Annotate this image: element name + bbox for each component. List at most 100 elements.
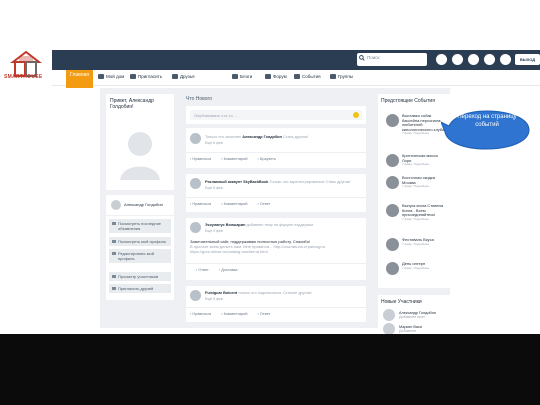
post-action-text: Стань другом! xyxy=(283,135,308,139)
like-button[interactable]: Нравиться xyxy=(190,312,211,316)
bottom-band xyxy=(0,334,540,405)
post-time: Ещё 8 фев xyxy=(205,186,223,190)
reply-button[interactable]: Ответ xyxy=(258,312,270,316)
post-body: Замечательный сайт, поддерживаю полность… xyxy=(190,239,360,254)
post-author[interactable]: Эскулапус Волшарин xyxy=(205,223,245,227)
like-button[interactable]: Нравиться xyxy=(190,157,211,161)
menu-view-profile[interactable]: Посмотреть мой профиль xyxy=(109,237,171,246)
nav-events[interactable]: События xyxy=(294,74,321,79)
avatar[interactable] xyxy=(190,222,201,233)
friends-icon xyxy=(172,74,178,79)
nav-groups[interactable]: Группы xyxy=(330,74,353,79)
invite-icon xyxy=(112,287,116,290)
post-header: Только что зачислен Александр Голдобин С… xyxy=(205,135,308,139)
event-meta: 7 февр. Подробнее xyxy=(402,184,430,189)
events-card: Выставка собак бассейна персонала: любит… xyxy=(378,94,450,288)
event-item[interactable]: Выпуск книга Стивена Кинга - Всем присое… xyxy=(386,203,448,226)
comment-button[interactable]: Комментарий xyxy=(221,202,248,206)
nav-label: Пригласить xyxy=(138,74,163,79)
post-actions: Ответ Доставка xyxy=(196,268,237,272)
event-meta: 7 февр. Подробнее xyxy=(402,162,430,167)
avatar[interactable] xyxy=(190,178,201,189)
nav-blogs[interactable]: Блоги xyxy=(232,74,252,79)
notifications-icon[interactable] xyxy=(436,54,447,65)
nav-invite[interactable]: Пригласить xyxy=(130,74,162,79)
post-header: Fuixiguar Bolcent только что подключился… xyxy=(205,291,312,295)
event-name: Критическая масса Лори xyxy=(402,153,438,163)
member-meta: Добавлен xyxy=(399,329,417,333)
avatar[interactable] xyxy=(190,290,201,301)
event-item[interactable]: Восточная скидка Москва 7 февр. Подробнее xyxy=(386,175,448,198)
nav-friends[interactable]: Друзья xyxy=(172,74,195,79)
post-input[interactable]: Опубликовать что-то ... xyxy=(190,110,362,120)
post-link[interactable]: https://goro.skhse.ru/catalog-waxherna.h… xyxy=(190,249,360,254)
reply-button[interactable]: Ответ xyxy=(196,268,208,272)
share-button[interactable]: Браузеть xyxy=(258,157,276,161)
home-icon xyxy=(98,74,104,79)
search-icon xyxy=(359,55,365,61)
post-action-text: добавлен тему xyxy=(246,223,273,227)
mail-icon[interactable] xyxy=(500,54,511,65)
post-actions: Нравиться Комментарий Ответ xyxy=(190,202,270,206)
divider xyxy=(186,307,366,308)
emoji-icon[interactable] xyxy=(353,112,359,118)
groups-icon xyxy=(330,74,336,79)
top-bar xyxy=(52,50,540,70)
greeting: Привет, Александр Голдобин! xyxy=(110,98,154,110)
like-button[interactable]: Нравиться xyxy=(190,202,211,206)
menu-label: Пригласить друзей xyxy=(118,286,154,291)
event-item[interactable]: День интерн 7 февр. Подробнее xyxy=(386,261,448,284)
nav-label: Блоги xyxy=(240,74,253,79)
event-name: Выпуск книга Стивена Кинга - Всем присое… xyxy=(402,203,444,218)
event-meta: 7 февр. Подробнее xyxy=(402,241,430,246)
exit-button[interactable]: ВЫХОД xyxy=(515,54,540,65)
reply-button[interactable]: Ответ xyxy=(258,202,270,206)
tab-home[interactable]: Главная xyxy=(66,70,93,88)
post-time: Ещё 9 фев xyxy=(205,229,223,233)
comment-button[interactable]: Комментарий xyxy=(221,157,248,161)
friends-icon[interactable] xyxy=(468,54,479,65)
post-action-text: Только что зачислен xyxy=(205,135,242,139)
menu-label: Посмотреть мой профиль xyxy=(118,239,167,244)
divider xyxy=(186,152,366,153)
members-title: Новые Участники xyxy=(381,299,422,305)
blog-icon xyxy=(232,74,238,79)
menu-edit-profile[interactable]: Редактировать мой профиль xyxy=(109,249,171,263)
settings-icon[interactable] xyxy=(484,54,495,65)
menu-members[interactable]: Просмотр участников xyxy=(109,272,171,281)
event-item[interactable]: Фестиваль Вкуса 7 февр. Подробнее xyxy=(386,237,448,260)
delivery-button[interactable]: Доставка xyxy=(219,268,237,272)
event-thumbnail xyxy=(386,238,399,251)
search-input[interactable]: Поиск xyxy=(357,53,427,66)
user-card[interactable]: Александр Голдобин xyxy=(106,195,174,215)
side-menu: Посмотреть последние объявления Посмотре… xyxy=(106,216,174,300)
post-input-placeholder: Опубликовать что-то ... xyxy=(194,113,238,118)
nav-forum[interactable]: Форум xyxy=(265,74,287,79)
forum-icon xyxy=(265,74,271,79)
post-composer: Опубликовать что-то ... xyxy=(186,106,366,124)
post-author[interactable]: Рекламный аккаунт SkyBackBook xyxy=(205,180,268,184)
user-name: Александр Голдобин xyxy=(124,202,163,207)
event-item[interactable]: Выставка собак бассейна персонала: любит… xyxy=(386,113,448,136)
nav-my-home[interactable]: Мой дом xyxy=(98,74,124,79)
nav-label: События xyxy=(302,74,321,79)
messages-icon[interactable] xyxy=(452,54,463,65)
post-action-text: Только что зарегистрировался! Стань друг… xyxy=(269,180,351,184)
invite-icon xyxy=(130,74,136,79)
avatar[interactable] xyxy=(190,133,201,144)
menu-label: Редактировать мой профиль xyxy=(118,251,154,261)
post-author[interactable]: Александр Голдобин xyxy=(242,135,282,139)
menu-latest-ads[interactable]: Посмотреть последние объявления xyxy=(109,219,171,233)
menu-invite-friends[interactable]: Пригласить друзей xyxy=(109,284,171,293)
post-author[interactable]: Fuixiguar Bolcent xyxy=(205,291,237,295)
avatar xyxy=(111,200,121,210)
member-item[interactable]: Александр Голдобин Добавлен всех xyxy=(383,309,447,323)
event-thumbnail xyxy=(386,262,399,275)
event-thumbnail xyxy=(386,176,399,189)
nav-label: Друзья xyxy=(180,74,195,79)
comment-button[interactable]: Комментарий xyxy=(221,312,248,316)
event-item[interactable]: Критическая масса Лори 7 февр. Подробнее xyxy=(386,153,448,176)
divider xyxy=(186,197,366,198)
nav-label: Группы xyxy=(338,74,353,79)
nav-label: Мой дом xyxy=(106,74,125,79)
